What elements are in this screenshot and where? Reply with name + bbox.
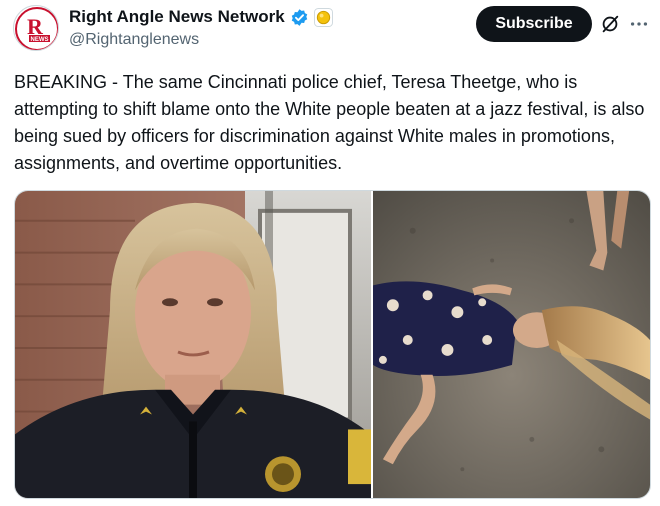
street-photo[interactable] [373, 191, 650, 498]
media-grid[interactable] [14, 190, 651, 499]
account-handle[interactable]: @Rightanglenews [69, 31, 199, 49]
tweet-text: BREAKING - The same Cincinnati police ch… [14, 72, 645, 173]
display-name[interactable]: Right Angle News Network [69, 7, 285, 27]
account-name-row[interactable]: Right Angle News Network [69, 6, 333, 28]
affiliate-badge-icon [313, 7, 333, 27]
police-chief-photo[interactable] [15, 191, 371, 498]
grok-icon[interactable] [599, 13, 621, 35]
subscribe-button[interactable]: Subscribe [476, 6, 592, 42]
avatar[interactable]: R NEWS [13, 5, 59, 51]
verified-badge-icon [290, 8, 309, 27]
logo-subtext: NEWS [31, 37, 49, 43]
more-options-icon[interactable] [628, 13, 650, 35]
right-angle-news-logo: R NEWS [15, 7, 58, 50]
